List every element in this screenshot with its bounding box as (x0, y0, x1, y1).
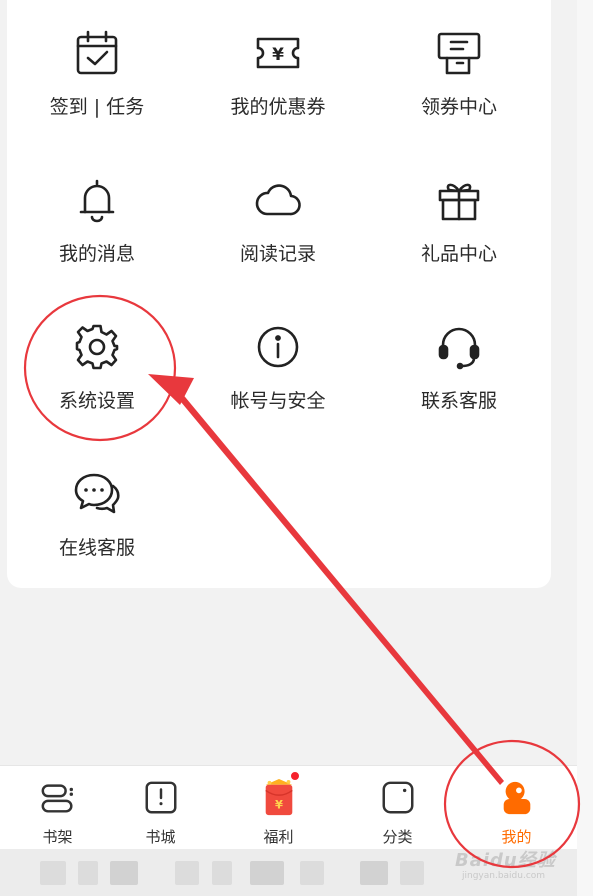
menu-item-checkin[interactable]: 签到 | 任务 (7, 0, 187, 120)
tab-welfare[interactable]: ¥ 福利 (221, 766, 336, 850)
menu-item-online-service[interactable]: 在线客服 (7, 441, 187, 561)
svg-text:¥: ¥ (275, 797, 283, 811)
tab-bookstore[interactable]: 书城 (103, 766, 218, 850)
cloud-icon (253, 175, 303, 225)
watermark-url: jingyan.baidu.com (462, 871, 546, 881)
tab-profile[interactable]: 我的 (459, 766, 574, 850)
menu-item-label: 我的消息 (58, 243, 135, 265)
menu-item-messages[interactable]: 我的消息 (7, 147, 187, 267)
menu-item-label: 联系客服 (420, 390, 497, 412)
menu-item-gift-center[interactable]: 礼品中心 (369, 147, 549, 267)
menu-item-coupon-center[interactable]: 领券中心 (369, 0, 549, 120)
menu-item-label: 礼品中心 (420, 243, 497, 265)
menu-item-label: 阅读记录 (239, 243, 316, 265)
gift-icon (434, 175, 484, 225)
menu-item-label: 在线客服 (58, 537, 135, 559)
tab-label: 书城 (145, 828, 176, 846)
coupon-icon: ¥ (253, 28, 303, 78)
coupon-center-icon (434, 28, 484, 78)
menu-item-reading-history[interactable]: 阅读记录 (188, 147, 368, 267)
tab-label: 书架 (42, 828, 73, 846)
chat-icon (72, 469, 122, 519)
menu-item-my-coupons[interactable]: ¥ 我的优惠券 (188, 0, 368, 120)
headset-icon (434, 322, 484, 372)
red-envelope-icon: ¥ (259, 778, 299, 818)
menu-item-label: 领券中心 (420, 96, 497, 118)
menu-item-label: 帐号与安全 (230, 390, 326, 412)
notification-badge (289, 770, 301, 782)
tab-bookshelf[interactable]: 书架 (0, 766, 115, 850)
menu-item-label: 我的优惠券 (230, 96, 326, 118)
bottom-tab-bar: 书架 书城 ¥ 福利 分类 我的 (0, 765, 577, 849)
bookstore-icon (141, 778, 181, 818)
info-icon (253, 322, 303, 372)
tab-category[interactable]: 分类 (340, 766, 455, 850)
menu-item-contact-service[interactable]: 联系客服 (369, 294, 549, 414)
bookshelf-icon (38, 778, 78, 818)
tab-label: 分类 (382, 828, 413, 846)
calendar-check-icon (72, 28, 122, 78)
svg-text:¥: ¥ (272, 45, 284, 65)
gear-icon (72, 322, 122, 372)
menu-card: 签到 | 任务 ¥ 我的优惠券 领券中心 我的消息 阅读记录 礼品中心 系统设置… (7, 0, 551, 588)
menu-item-label: 签到 | 任务 (49, 96, 145, 118)
category-icon (378, 778, 418, 818)
tab-label: 我的 (501, 828, 532, 846)
bell-icon (72, 175, 122, 225)
scroll-edge (577, 0, 593, 896)
tab-label: 福利 (263, 828, 294, 846)
menu-item-system-settings[interactable]: 系统设置 (7, 294, 187, 414)
menu-item-account-security[interactable]: 帐号与安全 (188, 294, 368, 414)
watermark-logo: Baidu经验 (455, 850, 556, 871)
profile-icon (497, 778, 537, 818)
menu-item-label: 系统设置 (58, 390, 135, 412)
